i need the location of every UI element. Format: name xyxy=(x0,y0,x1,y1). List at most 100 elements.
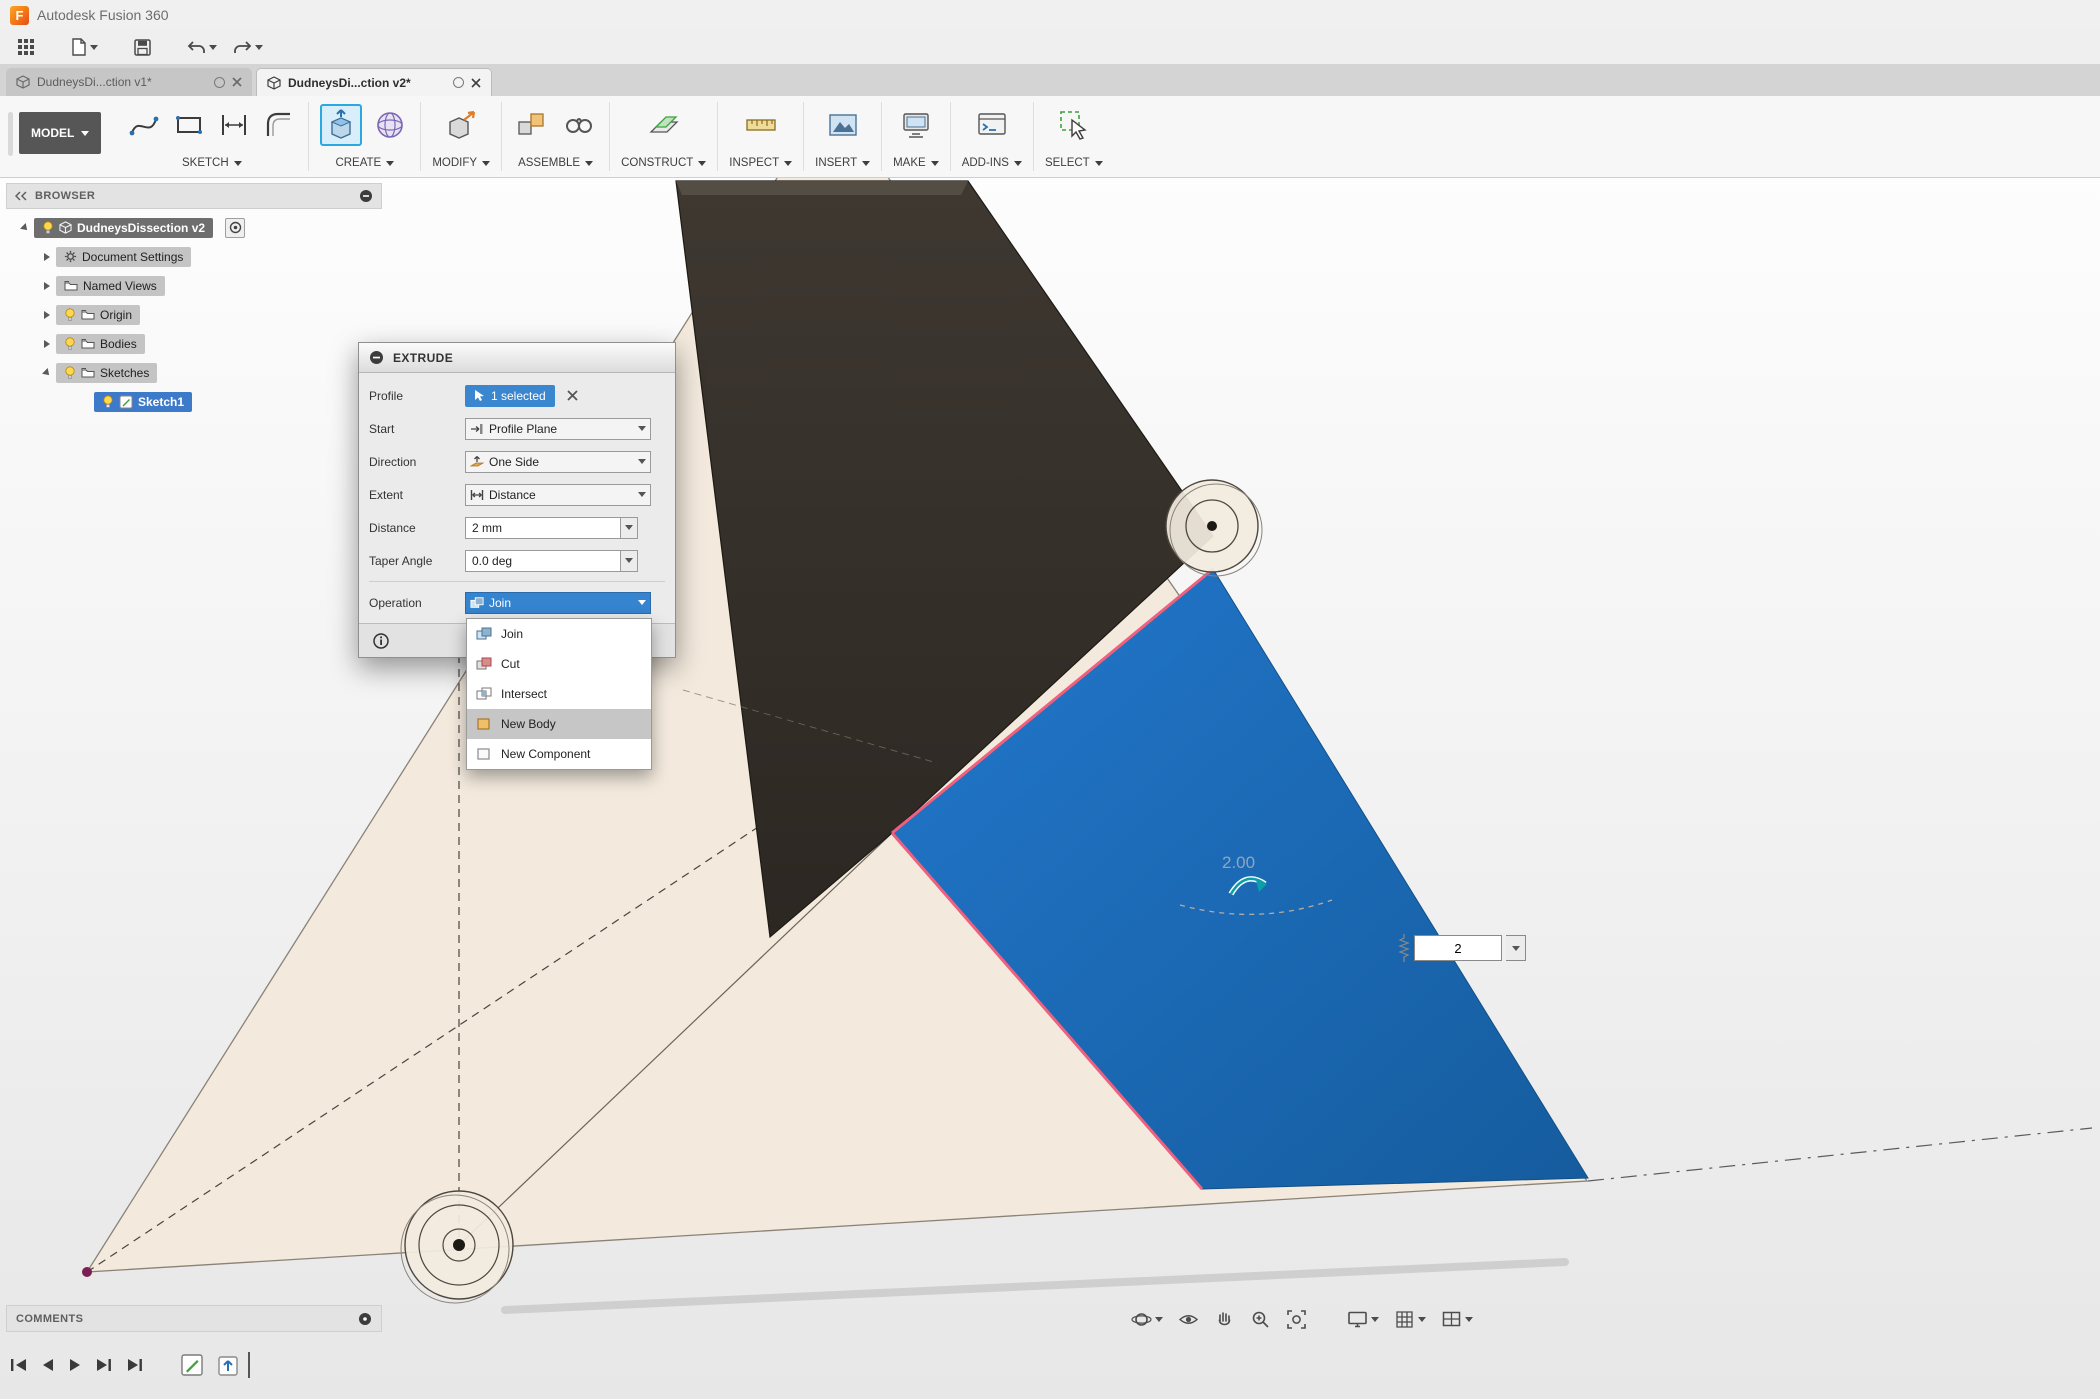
bulb-icon[interactable] xyxy=(102,395,114,409)
toolbar-grip[interactable] xyxy=(8,112,13,156)
bulb-icon[interactable] xyxy=(64,308,76,322)
zoom-button[interactable] xyxy=(1247,1307,1274,1332)
tree-row-named-views[interactable]: Named Views xyxy=(6,271,382,300)
bulb-icon[interactable] xyxy=(42,221,54,235)
root-component-chip[interactable]: DudneysDissection v2 xyxy=(34,218,213,238)
grid-snaps-button[interactable] xyxy=(1391,1307,1429,1332)
measure-button[interactable] xyxy=(742,106,780,144)
display-settings-button[interactable] xyxy=(1344,1307,1382,1332)
toolbar-group-inspect-label[interactable]: INSPECT xyxy=(729,154,792,172)
undo-button[interactable] xyxy=(182,36,222,58)
scripts-addins-button[interactable] xyxy=(973,106,1011,144)
toolbar-group-modify-label[interactable]: MODIFY xyxy=(432,154,490,172)
sketch1-chip[interactable]: Sketch1 xyxy=(94,392,192,412)
timeline-sketch-feature-icon[interactable] xyxy=(180,1353,204,1377)
timeline-extrude-feature-icon[interactable] xyxy=(217,1353,241,1377)
toolbar-group-addins-label[interactable]: ADD-INS xyxy=(962,154,1022,172)
step-forward-icon[interactable] xyxy=(95,1357,113,1373)
taper-angle-input[interactable] xyxy=(465,550,621,572)
orbit-button[interactable] xyxy=(1128,1307,1166,1332)
expand-toggle-icon[interactable] xyxy=(20,223,30,233)
toolbar-group-create-label[interactable]: CREATE xyxy=(335,154,394,172)
insert-canvas-button[interactable] xyxy=(824,106,862,144)
taper-caret-button[interactable] xyxy=(621,550,638,572)
origin-chip[interactable]: Origin xyxy=(56,305,140,325)
clear-selection-button[interactable] xyxy=(567,390,578,401)
sketch-vertex-point[interactable] xyxy=(82,1267,92,1277)
comments-bar[interactable]: COMMENTS xyxy=(6,1305,382,1332)
play-icon[interactable] xyxy=(68,1357,82,1373)
tree-row-sketches[interactable]: Sketches xyxy=(6,358,382,387)
doc-tab-v2[interactable]: DudneysDi...ction v2* xyxy=(256,68,492,96)
option-new-body[interactable]: New Body xyxy=(467,709,651,739)
option-new-component[interactable]: New Component xyxy=(467,739,651,769)
viewports-button[interactable] xyxy=(1438,1307,1476,1332)
sketch-rectangle-button[interactable] xyxy=(171,107,207,143)
tree-row-root[interactable]: DudneysDissection v2 xyxy=(6,213,382,242)
tab-close-icon[interactable] xyxy=(471,78,481,88)
app-grid-button[interactable] xyxy=(12,35,40,59)
collapse-dialog-icon[interactable] xyxy=(369,350,384,365)
press-pull-button[interactable] xyxy=(442,106,480,144)
bulb-icon[interactable] xyxy=(64,366,76,380)
expand-toggle-icon[interactable] xyxy=(44,282,50,290)
select-button[interactable] xyxy=(1055,106,1093,144)
toolbar-group-assemble-label[interactable]: ASSEMBLE xyxy=(518,154,593,172)
sketch-spline-button[interactable] xyxy=(126,107,162,143)
tree-row-document-settings[interactable]: Document Settings xyxy=(6,242,382,271)
operation-dropdown[interactable]: Join xyxy=(465,592,651,614)
bodies-chip[interactable]: Bodies xyxy=(56,334,145,354)
save-button[interactable] xyxy=(129,36,156,59)
tree-row-sketch1[interactable]: Sketch1 xyxy=(6,387,382,416)
start-dropdown[interactable]: Profile Plane xyxy=(465,418,651,440)
bulb-icon[interactable] xyxy=(64,337,76,351)
expand-toggle-icon[interactable] xyxy=(42,368,52,378)
go-to-start-icon[interactable] xyxy=(10,1357,28,1373)
joint-button[interactable] xyxy=(560,106,598,144)
expand-toggle-icon[interactable] xyxy=(44,311,50,319)
extent-dropdown[interactable]: Distance xyxy=(465,484,651,506)
workspace-selector[interactable]: MODEL xyxy=(19,112,101,154)
sketch-dimension-button[interactable] xyxy=(216,107,252,143)
step-back-icon[interactable] xyxy=(41,1357,55,1373)
collapse-chevrons-icon[interactable] xyxy=(15,191,27,201)
tree-row-bodies[interactable]: Bodies xyxy=(6,329,382,358)
go-to-end-icon[interactable] xyxy=(126,1357,144,1373)
document-settings-chip[interactable]: Document Settings xyxy=(56,247,191,267)
distance-flyout-input[interactable] xyxy=(1414,935,1502,961)
tree-row-origin[interactable]: Origin xyxy=(6,300,382,329)
tab-close-icon[interactable] xyxy=(232,77,242,87)
toolbar-group-select-label[interactable]: SELECT xyxy=(1045,154,1103,172)
toolbar-group-make-label[interactable]: MAKE xyxy=(893,154,939,172)
expand-toggle-icon[interactable] xyxy=(44,253,50,261)
pan-button[interactable] xyxy=(1211,1307,1238,1332)
extrude-dialog-titlebar[interactable]: EXTRUDE xyxy=(359,343,675,373)
profile-selected-chip[interactable]: 1 selected xyxy=(465,385,555,407)
option-intersect[interactable]: Intersect xyxy=(467,679,651,709)
extrude-button[interactable] xyxy=(320,104,362,146)
create-form-button[interactable] xyxy=(371,106,409,144)
activate-component-radio[interactable] xyxy=(225,218,245,238)
named-views-chip[interactable]: Named Views xyxy=(56,276,165,296)
expand-toggle-icon[interactable] xyxy=(44,340,50,348)
file-menu-button[interactable] xyxy=(66,35,103,59)
sketch-fillet-button[interactable] xyxy=(261,107,297,143)
info-icon[interactable] xyxy=(373,633,389,649)
make-button[interactable] xyxy=(897,106,935,144)
redo-button[interactable] xyxy=(228,36,268,58)
distance-value-input[interactable] xyxy=(465,517,621,539)
new-component-button[interactable] xyxy=(513,106,551,144)
sketches-chip[interactable]: Sketches xyxy=(56,363,157,383)
direction-dropdown[interactable]: One Side xyxy=(465,451,651,473)
fit-button[interactable] xyxy=(1283,1307,1310,1332)
tab-status-icon[interactable] xyxy=(453,77,464,88)
toolbar-group-sketch-label[interactable]: SKETCH xyxy=(182,154,242,172)
comments-toggle-icon[interactable] xyxy=(358,1312,372,1326)
construct-plane-button[interactable] xyxy=(645,106,683,144)
option-cut[interactable]: Cut xyxy=(467,649,651,679)
doc-tab-v1[interactable]: DudneysDi...ction v1* xyxy=(6,68,252,96)
toolbar-group-construct-label[interactable]: CONSTRUCT xyxy=(621,154,706,172)
tab-status-icon[interactable] xyxy=(214,77,225,88)
option-join[interactable]: Join xyxy=(467,619,651,649)
toolbar-group-insert-label[interactable]: INSERT xyxy=(815,154,870,172)
